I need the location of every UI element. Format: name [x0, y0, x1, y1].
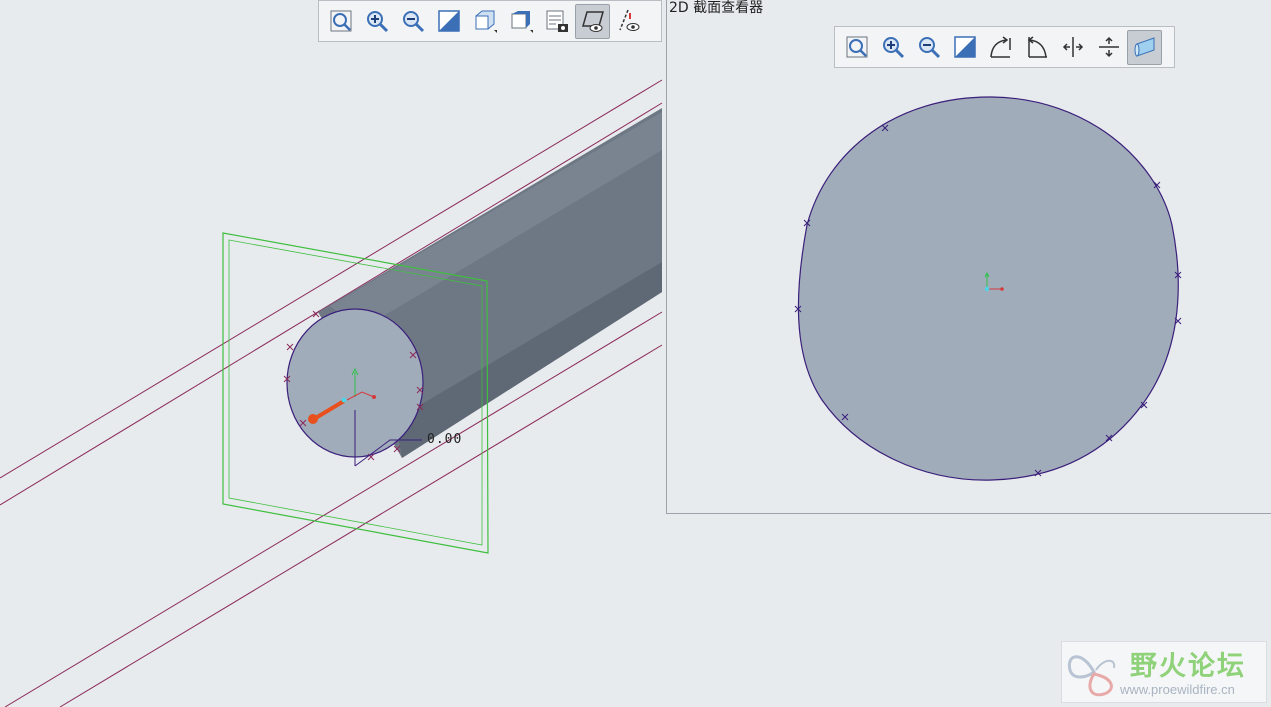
- repaint-button[interactable]: [431, 4, 466, 39]
- saved-orientations-button[interactable]: [503, 4, 538, 39]
- section-triad-origin: [984, 286, 990, 292]
- triad-x-end: [372, 395, 376, 399]
- display-style-button[interactable]: [467, 4, 502, 39]
- section-zoom-in-button[interactable]: [875, 30, 910, 65]
- shaded-section-button[interactable]: [1127, 29, 1162, 65]
- main-view-toolbar: [318, 0, 662, 42]
- datum-display-button[interactable]: [611, 4, 646, 39]
- section-repaint-button[interactable]: [947, 30, 982, 65]
- drag-handle[interactable]: [308, 414, 318, 424]
- refit-icon: [330, 10, 351, 32]
- rotate-ccw-icon: [989, 36, 1011, 58]
- shaded-section-icon: [1134, 37, 1154, 57]
- section-zoom-out-button[interactable]: [911, 30, 946, 65]
- watermark-title: 野火论坛: [1130, 651, 1246, 682]
- butterfly-logo-icon: [1067, 655, 1116, 697]
- zoom-in-button[interactable]: [359, 4, 394, 39]
- datum-display-icon: [618, 9, 639, 31]
- dimension-value[interactable]: 0.00: [427, 432, 462, 447]
- rotate-cw-icon: [1027, 36, 1047, 58]
- view-manager-button[interactable]: [539, 4, 574, 39]
- section-view-icon: [581, 11, 604, 32]
- saved-orientations-icon: [511, 11, 533, 33]
- section-viewer-toolbar: [834, 26, 1175, 68]
- display-style-icon: [475, 10, 497, 33]
- flip-horizontal-icon: [1062, 37, 1083, 57]
- zoom-out-icon: [918, 37, 940, 59]
- zoom-out-button[interactable]: [395, 4, 430, 39]
- section-triad-x-end: [1000, 287, 1004, 291]
- rotate-cw-button[interactable]: [1019, 30, 1054, 65]
- section-canvas[interactable]: [667, 0, 1271, 513]
- section-viewer-panel[interactable]: 2D 截面查看器: [666, 0, 1271, 514]
- refit-button[interactable]: [323, 4, 358, 39]
- triad-origin: [341, 397, 347, 403]
- flip-horizontal-button[interactable]: [1055, 30, 1090, 65]
- zoom-out-icon: [402, 11, 424, 33]
- section-view-button[interactable]: [575, 3, 610, 39]
- watermark-url: www.proewildfire.cn: [1120, 682, 1235, 697]
- watermark: 野火论坛 www.proewildfire.cn: [1061, 641, 1267, 703]
- flip-vertical-icon: [1098, 36, 1119, 58]
- section-refit-button[interactable]: [839, 30, 874, 65]
- repaint-icon: [953, 36, 976, 58]
- flip-vertical-button[interactable]: [1091, 30, 1126, 65]
- rotate-ccw-button[interactable]: [983, 30, 1018, 65]
- zoom-in-icon: [366, 11, 388, 33]
- refit-icon: [846, 36, 867, 58]
- zoom-in-icon: [882, 37, 904, 59]
- repaint-icon: [437, 10, 460, 32]
- view-manager-icon: [546, 10, 568, 32]
